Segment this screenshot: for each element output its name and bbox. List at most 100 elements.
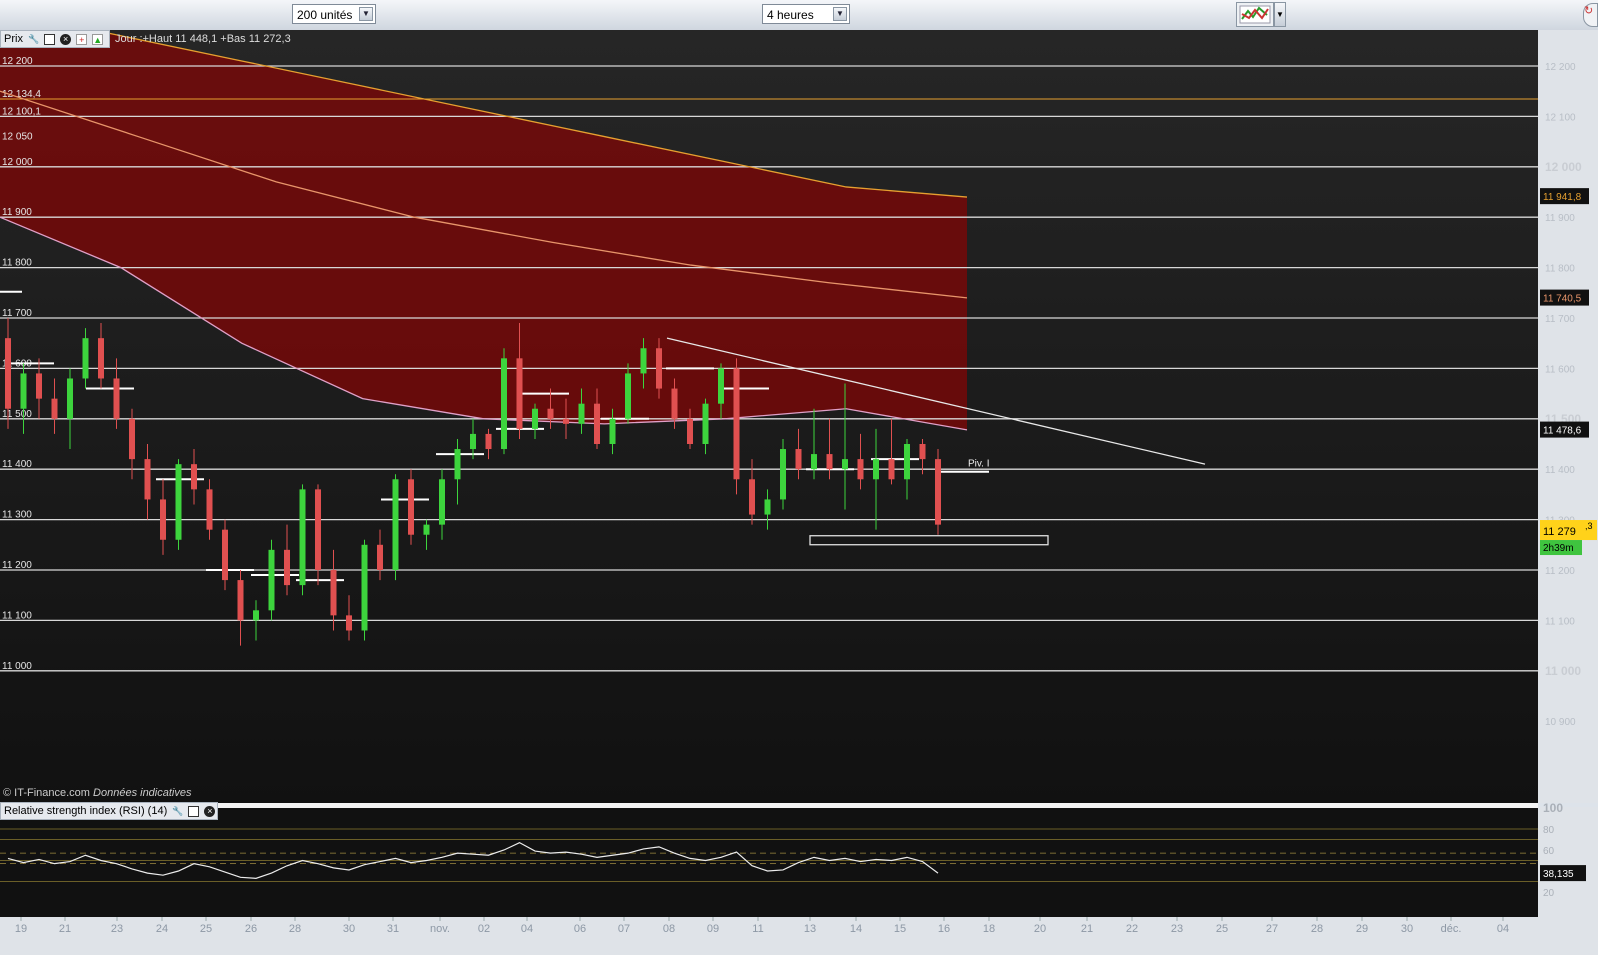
countdown-text: 2h39m <box>1543 543 1574 554</box>
chart-type-button[interactable] <box>1236 2 1274 27</box>
x-tick-label: 04 <box>521 923 533 935</box>
pivot-label: Piv. I <box>968 459 989 470</box>
level-label: 12 100,1 <box>2 106 41 117</box>
candle-up <box>764 499 771 515</box>
chart-type-icon <box>1239 5 1271 24</box>
level-label: 12 000 <box>2 157 33 168</box>
close-icon[interactable]: × <box>204 805 216 817</box>
candle-up <box>439 479 445 525</box>
candle-down <box>206 489 213 530</box>
price-panel-header: Prix 🔧 × + ▲ <box>0 30 110 48</box>
candle-down <box>98 338 104 379</box>
y-tick-label: 10 900 <box>1545 717 1576 728</box>
wrench-icon[interactable]: 🔧 <box>172 806 183 817</box>
candle-up <box>423 524 430 535</box>
candle-up <box>842 459 848 470</box>
x-tick-label: 09 <box>707 923 719 935</box>
x-tick-label: 20 <box>1034 923 1046 935</box>
candle-down <box>919 444 926 460</box>
chart-type-dropdown-button[interactable]: ▼ <box>1274 2 1286 27</box>
line-value-text: 11 740,5 <box>1543 294 1582 305</box>
x-tick-label: 23 <box>111 923 123 935</box>
wrench-icon[interactable]: 🔧 <box>28 34 39 45</box>
candle-up <box>780 449 786 500</box>
chart-area: 12 20012 134,412 100,112 05012 00011 900… <box>0 30 1598 955</box>
candle-up <box>82 338 89 379</box>
candle-up <box>625 373 631 419</box>
maximize-icon[interactable] <box>188 805 200 817</box>
x-tick-label: 31 <box>387 923 399 935</box>
candle-down <box>826 454 833 470</box>
x-tick-label: 07 <box>618 923 630 935</box>
x-tick-label: 16 <box>938 923 950 935</box>
period-select[interactable]: 4 heures ▼ <box>762 4 850 24</box>
units-select[interactable]: 200 unités ▼ <box>292 4 376 24</box>
rsi-axis-label: 80 <box>1543 825 1555 836</box>
y-tick-label: 11 700 <box>1545 314 1575 325</box>
level-label: 12 200 <box>2 56 33 67</box>
units-select-value: 200 unités <box>297 8 353 22</box>
x-tick-label: 28 <box>289 923 301 935</box>
y-tick-label: 11 200 <box>1545 566 1575 577</box>
candle-down <box>888 459 895 480</box>
chevron-down-icon[interactable]: ▼ <box>359 7 373 21</box>
candle-down <box>594 403 600 444</box>
level-label: 11 000 <box>2 661 32 672</box>
x-tick-label: 26 <box>245 923 257 935</box>
maximize-icon[interactable] <box>44 33 56 45</box>
x-tick-label: 27 <box>1266 923 1278 935</box>
level-label: 11 200 <box>2 560 32 571</box>
candle-down <box>222 529 228 581</box>
add-indicator-icon[interactable]: + <box>76 33 88 45</box>
level-label: 11 900 <box>2 207 32 218</box>
candle-down <box>408 479 414 535</box>
candle-down <box>935 459 941 525</box>
y-tick-label: 11 400 <box>1545 465 1575 476</box>
candle-up <box>873 459 879 480</box>
candle-up <box>640 348 647 374</box>
x-tick-label: 25 <box>200 923 212 935</box>
chevron-down-icon[interactable]: ▼ <box>833 7 847 21</box>
x-tick-label: 24 <box>156 923 168 935</box>
line-value-text: 11 478,6 <box>1543 426 1582 437</box>
candle-up <box>609 418 616 444</box>
data-credit: © IT-Finance.com Données indicatives <box>3 787 191 799</box>
x-tick-label: 30 <box>1401 923 1413 935</box>
refresh-icon[interactable]: ↻ <box>1583 3 1598 27</box>
candle-down <box>656 348 662 389</box>
move-up-icon[interactable]: ▲ <box>92 33 104 45</box>
x-tick-label: 13 <box>804 923 816 935</box>
panel-separator[interactable] <box>0 803 1538 808</box>
x-tick-label: 21 <box>59 923 71 935</box>
candle-up <box>904 444 910 480</box>
candle-down <box>36 373 42 399</box>
candle-up <box>268 549 275 611</box>
candle-up <box>20 373 27 409</box>
x-tick-label: nov. <box>430 923 450 935</box>
x-tick-label: 19 <box>15 923 27 935</box>
x-tick-label: 02 <box>478 923 490 935</box>
candle-down <box>5 338 11 409</box>
candle-down <box>284 549 290 586</box>
x-tick-label: 25 <box>1216 923 1228 935</box>
level-label: 11 400 <box>2 459 32 470</box>
candle-down <box>330 570 337 616</box>
rsi-panel-header: Relative strength index (RSI) (14) 🔧 × <box>0 802 218 820</box>
candle-up <box>299 489 306 586</box>
rsi-axis-background <box>1538 807 1598 917</box>
candle-up <box>470 433 476 450</box>
level-label: 11 100 <box>2 610 32 621</box>
close-icon[interactable]: × <box>60 33 72 45</box>
candle-up <box>454 449 461 480</box>
candle-down <box>113 378 120 419</box>
y-tick-label: 12 000 <box>1545 160 1582 174</box>
line-value-text: 11 941,8 <box>1543 192 1582 203</box>
daily-high-low-info: Jour :+Haut 11 448,1 +Bas 11 272,3 <box>115 33 291 45</box>
candle-down <box>346 615 352 631</box>
candle-down <box>795 449 802 470</box>
x-tick-label: 23 <box>1171 923 1183 935</box>
x-tick-label: 30 <box>343 923 355 935</box>
x-tick-label: 21 <box>1081 923 1093 935</box>
x-tick-label: 14 <box>850 923 862 935</box>
candle-up <box>175 464 182 540</box>
